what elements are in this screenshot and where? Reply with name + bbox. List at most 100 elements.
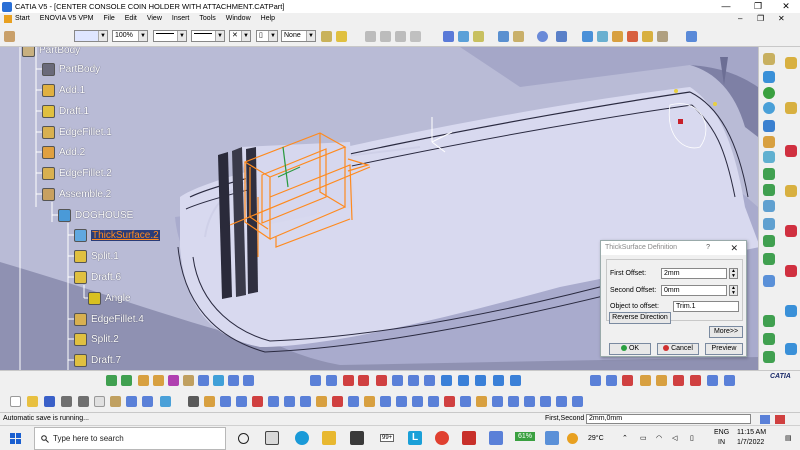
preview-button[interactable]: Preview bbox=[705, 343, 743, 355]
mirror-icon[interactable] bbox=[763, 351, 775, 363]
doc-minimize-button[interactable]: – bbox=[738, 13, 742, 25]
task-view-icon[interactable] bbox=[265, 431, 279, 445]
groove-icon[interactable] bbox=[763, 102, 775, 114]
plane-icon[interactable] bbox=[473, 31, 484, 42]
axis-icon[interactable] bbox=[316, 396, 327, 407]
taskbar-search-input[interactable]: Type here to search bbox=[34, 427, 226, 450]
line-thickness-select[interactable]: ▼ bbox=[191, 30, 225, 42]
print-icon[interactable] bbox=[61, 396, 72, 407]
rolling-icon[interactable] bbox=[540, 396, 551, 407]
sweep-icon[interactable] bbox=[396, 396, 407, 407]
minimize-button[interactable]: — bbox=[712, 0, 740, 13]
wifi-icon[interactable]: ◠ bbox=[656, 433, 662, 445]
split-body-icon[interactable] bbox=[785, 305, 797, 317]
table-tool-icon[interactable] bbox=[236, 396, 247, 407]
second-offset-spinner[interactable]: ▲ ▼ bbox=[729, 285, 738, 296]
formula-icon[interactable] bbox=[606, 375, 617, 386]
more-button[interactable]: More>> bbox=[709, 326, 743, 338]
shading-icon[interactable] bbox=[510, 375, 521, 386]
ok-button[interactable]: OK bbox=[609, 343, 651, 355]
tree-item-edgefillet-1[interactable]: EdgeFillet.1 bbox=[42, 124, 112, 140]
line-icon[interactable] bbox=[458, 31, 469, 42]
clock-date[interactable]: 1/7/2022 bbox=[737, 437, 764, 449]
undo-icon[interactable] bbox=[126, 396, 137, 407]
render-style-icon[interactable] bbox=[213, 375, 224, 386]
zoom-out-icon[interactable] bbox=[153, 375, 164, 386]
fillet-icon[interactable] bbox=[642, 31, 653, 42]
fill-icon[interactable] bbox=[412, 396, 423, 407]
volume-icon[interactable]: ◁ bbox=[672, 433, 677, 445]
wireframe-icon[interactable] bbox=[493, 375, 504, 386]
dimension-icon[interactable] bbox=[326, 375, 337, 386]
doc-restore-button[interactable]: ❐ bbox=[757, 13, 764, 25]
healing-icon[interactable] bbox=[597, 31, 608, 42]
menu-edit[interactable]: Edit bbox=[120, 13, 142, 25]
tree-item-draft-6[interactable]: Draft.6 bbox=[74, 269, 121, 285]
input-region[interactable]: IN bbox=[718, 437, 725, 449]
menu-view[interactable]: View bbox=[142, 13, 167, 25]
menu-file[interactable]: File bbox=[98, 13, 119, 25]
sew-icon[interactable] bbox=[785, 343, 797, 355]
boundary-icon[interactable] bbox=[332, 396, 343, 407]
dialog-help-button[interactable]: ? bbox=[706, 241, 710, 255]
battery-icon[interactable]: ▯ bbox=[690, 433, 694, 445]
rib-icon[interactable] bbox=[763, 136, 775, 148]
rendering-style-select[interactable]: None ▼ bbox=[281, 30, 316, 42]
pan-icon[interactable] bbox=[106, 375, 117, 386]
copy-format-icon[interactable] bbox=[365, 31, 376, 42]
zoom-select[interactable]: 100% ▼ bbox=[112, 30, 148, 42]
draft-tool-icon[interactable] bbox=[763, 253, 775, 265]
cortana-icon[interactable] bbox=[238, 433, 249, 444]
tree-item-edgefillet-4[interactable]: EdgeFillet.4 bbox=[74, 311, 144, 327]
transform-icon[interactable] bbox=[657, 31, 668, 42]
first-offset-field[interactable]: 2mm bbox=[661, 268, 727, 279]
point-symbol-select[interactable]: ✕ ▼ bbox=[229, 30, 251, 42]
thread-icon[interactable] bbox=[763, 333, 775, 345]
new-icon[interactable] bbox=[10, 396, 21, 407]
zoom-in-icon[interactable] bbox=[138, 375, 149, 386]
tree-item-partbody[interactable]: PartBody bbox=[42, 61, 100, 77]
doc-close-button[interactable]: ✕ bbox=[778, 13, 785, 25]
redo-icon[interactable] bbox=[142, 396, 153, 407]
join-icon[interactable] bbox=[582, 31, 593, 42]
windows-start-icon[interactable] bbox=[10, 433, 21, 444]
tree-item-edgefillet-2[interactable]: EdgeFillet.2 bbox=[42, 165, 112, 181]
paint-icon[interactable] bbox=[321, 31, 332, 42]
menu-window[interactable]: Window bbox=[221, 13, 256, 25]
line-type-select[interactable]: ▼ bbox=[153, 30, 187, 42]
multi-section-icon[interactable] bbox=[428, 396, 439, 407]
command-icon[interactable] bbox=[760, 415, 770, 424]
menu-start[interactable]: Start bbox=[0, 13, 35, 25]
tree-item-partbody-root[interactable]: PartBody bbox=[22, 47, 80, 58]
update-icon[interactable] bbox=[640, 375, 651, 386]
fit-all-icon[interactable] bbox=[183, 375, 194, 386]
snap-icon[interactable] bbox=[395, 31, 406, 42]
parameter-icon[interactable] bbox=[204, 396, 215, 407]
loft-icon[interactable] bbox=[763, 184, 775, 196]
extrude-icon[interactable] bbox=[498, 31, 509, 42]
dialog-close-button[interactable]: ✕ bbox=[730, 241, 738, 255]
point-icon[interactable] bbox=[443, 31, 454, 42]
close-button[interactable]: ✕ bbox=[772, 0, 800, 13]
tree-item-split-1[interactable]: Split.1 bbox=[74, 248, 119, 264]
snapshot-icon[interactable] bbox=[724, 375, 735, 386]
silhouette-icon[interactable] bbox=[508, 396, 519, 407]
law-icon[interactable] bbox=[590, 375, 601, 386]
macros-icon[interactable] bbox=[673, 375, 684, 386]
combine-icon[interactable] bbox=[476, 396, 487, 407]
menu-enovia[interactable]: ENOVIA V5 VPM bbox=[35, 13, 99, 25]
pattern-icon[interactable] bbox=[785, 57, 797, 69]
rules-icon[interactable] bbox=[284, 396, 295, 407]
sketch-icon[interactable] bbox=[763, 53, 775, 65]
app-icon[interactable] bbox=[545, 431, 559, 445]
pad-icon[interactable] bbox=[763, 71, 775, 83]
mail-icon[interactable] bbox=[350, 431, 364, 445]
circle-icon[interactable] bbox=[537, 31, 548, 42]
remove-loft-icon[interactable] bbox=[763, 200, 775, 212]
color-selector[interactable]: ▼ bbox=[74, 30, 108, 42]
draft-analysis-icon[interactable] bbox=[376, 375, 387, 386]
blend-icon[interactable] bbox=[380, 396, 391, 407]
catia-taskbar-icon[interactable] bbox=[462, 431, 476, 445]
parallel-curve-icon[interactable] bbox=[524, 396, 535, 407]
tree-item-split-2[interactable]: Split.2 bbox=[74, 331, 119, 347]
